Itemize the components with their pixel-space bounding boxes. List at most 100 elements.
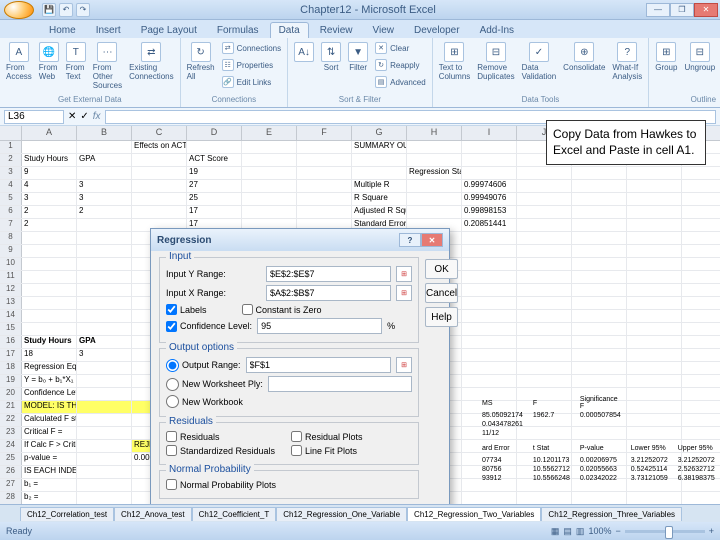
col-c[interactable]: C	[132, 126, 187, 140]
cell[interactable]	[627, 297, 682, 309]
tab-developer[interactable]: Developer	[405, 22, 469, 38]
cell[interactable]	[462, 375, 517, 387]
from-other-button[interactable]: ⋯From Other Sources	[91, 40, 124, 94]
cell[interactable]	[462, 167, 517, 179]
row-header[interactable]: 9	[0, 245, 22, 257]
cell[interactable]	[627, 310, 682, 322]
cell[interactable]	[22, 141, 77, 153]
cancel-icon[interactable]: ✕	[68, 111, 76, 122]
cell[interactable]: b₁ =	[22, 479, 77, 491]
row-header[interactable]: 1	[0, 141, 22, 153]
cell[interactable]	[407, 193, 462, 205]
cell[interactable]	[407, 154, 462, 166]
row-header[interactable]: 26	[0, 466, 22, 478]
cell[interactable]	[627, 349, 682, 361]
edit-links-button[interactable]: 🔗Edit Links	[220, 74, 283, 90]
cell[interactable]	[572, 245, 627, 257]
cell[interactable]: Study Hours	[22, 154, 77, 166]
row-header[interactable]: 17	[0, 349, 22, 361]
name-box[interactable]: L36	[4, 110, 64, 124]
output-range-radio[interactable]	[166, 359, 179, 372]
cell[interactable]	[297, 154, 352, 166]
row-header[interactable]: 4	[0, 180, 22, 192]
col-e[interactable]: E	[242, 126, 297, 140]
cell[interactable]	[627, 193, 682, 205]
advanced-button[interactable]: ▤Advanced	[373, 74, 428, 90]
cell[interactable]: ACT Score	[187, 154, 242, 166]
tab-view[interactable]: View	[363, 22, 403, 38]
connections-button[interactable]: ⇄Connections	[220, 40, 283, 56]
cell[interactable]	[77, 310, 132, 322]
fx-icon[interactable]: fx	[93, 111, 101, 122]
row-header[interactable]: 3	[0, 167, 22, 179]
cell[interactable]	[22, 297, 77, 309]
cell[interactable]: Calculated F stat =	[22, 414, 77, 426]
cell[interactable]: Multiple R	[352, 180, 407, 192]
cell[interactable]	[77, 388, 132, 400]
std-residuals-checkbox[interactable]	[166, 445, 177, 456]
ungroup-button[interactable]: ⊟Ungroup	[682, 40, 717, 94]
existing-conn-button[interactable]: ⇄Existing Connections	[127, 40, 175, 94]
zero-checkbox[interactable]	[242, 304, 253, 315]
cell[interactable]	[77, 492, 132, 504]
cell[interactable]	[22, 284, 77, 296]
col-b[interactable]: B	[77, 126, 132, 140]
cell[interactable]	[517, 349, 572, 361]
cell[interactable]	[77, 362, 132, 374]
cell[interactable]	[572, 336, 627, 348]
cell[interactable]	[77, 453, 132, 465]
close-button[interactable]: ✕	[694, 3, 718, 17]
cell[interactable]	[242, 180, 297, 192]
row-header[interactable]: 15	[0, 323, 22, 335]
cell[interactable]	[462, 297, 517, 309]
cell[interactable]	[572, 167, 627, 179]
sheet-tab[interactable]: Ch12_Coefficient_T	[192, 507, 277, 521]
cell[interactable]	[627, 362, 682, 374]
ok-button[interactable]: OK	[425, 259, 458, 279]
y-range-input[interactable]	[266, 266, 391, 282]
cell[interactable]: R Square	[352, 193, 407, 205]
cell[interactable]	[77, 466, 132, 478]
cell[interactable]	[517, 206, 572, 218]
cell[interactable]	[572, 492, 627, 504]
cell[interactable]: 2	[22, 206, 77, 218]
cell[interactable]	[572, 180, 627, 192]
confidence-input[interactable]	[257, 318, 382, 334]
sheet-tab[interactable]: Ch12_Regression_Three_Variables	[541, 507, 682, 521]
cell[interactable]	[627, 492, 682, 504]
row-header[interactable]: 2	[0, 154, 22, 166]
cell[interactable]	[517, 167, 572, 179]
cell[interactable]	[352, 167, 407, 179]
cell[interactable]	[297, 167, 352, 179]
from-access-button[interactable]: AFrom Access	[4, 40, 34, 94]
cell[interactable]	[517, 193, 572, 205]
x-range-ref-icon[interactable]: ⊞	[396, 285, 412, 301]
save-icon[interactable]: 💾	[42, 3, 56, 17]
cell[interactable]	[187, 141, 242, 153]
cell[interactable]: b₂ =	[22, 492, 77, 504]
cell[interactable]	[572, 193, 627, 205]
cell[interactable]	[627, 180, 682, 192]
cell[interactable]	[77, 414, 132, 426]
cell[interactable]	[572, 323, 627, 335]
tab-formulas[interactable]: Formulas	[208, 22, 268, 38]
cell[interactable]	[517, 297, 572, 309]
residuals-checkbox[interactable]	[166, 431, 177, 442]
cell[interactable]: Y = b₀ + b₁*X₁ + b₂*X₂	[22, 375, 77, 387]
cell[interactable]	[77, 427, 132, 439]
row-header[interactable]: 6	[0, 206, 22, 218]
cell[interactable]	[517, 284, 572, 296]
cell[interactable]	[627, 284, 682, 296]
row-header[interactable]: 12	[0, 284, 22, 296]
properties-button[interactable]: ☷Properties	[220, 57, 283, 73]
cell[interactable]: 0.99974606	[462, 180, 517, 192]
cell[interactable]: p-value =	[22, 453, 77, 465]
cell[interactable]	[462, 271, 517, 283]
filter-button[interactable]: ▼Filter	[346, 40, 370, 94]
row-header[interactable]: 23	[0, 427, 22, 439]
cell[interactable]	[627, 323, 682, 335]
select-all[interactable]	[0, 126, 22, 140]
cell[interactable]	[77, 271, 132, 283]
cell[interactable]	[22, 310, 77, 322]
row-header[interactable]: 21	[0, 401, 22, 413]
